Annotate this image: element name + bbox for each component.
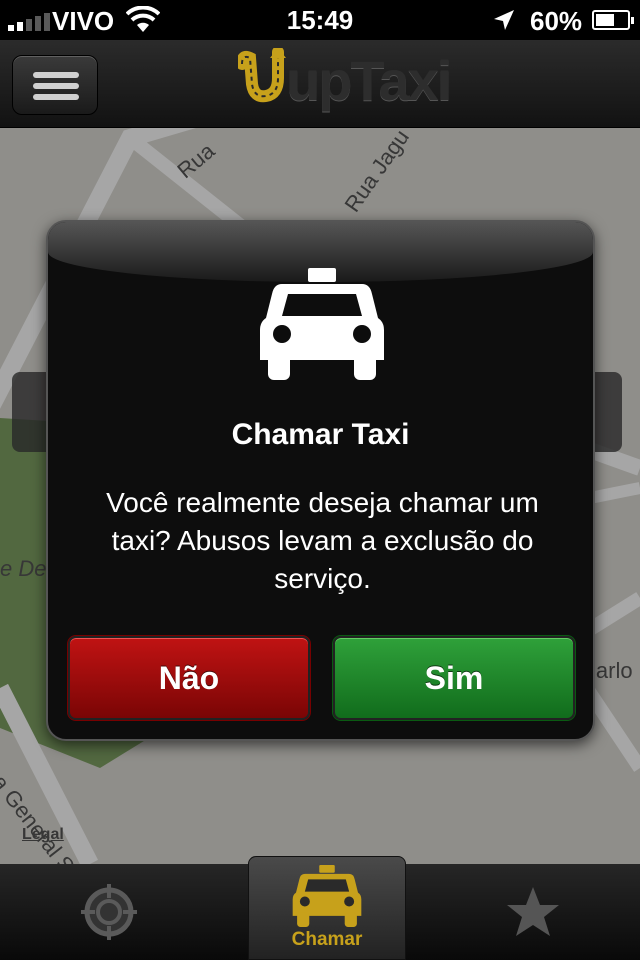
app-logo: upTaxi: [238, 48, 452, 120]
tab-bar: Chamar: [0, 856, 640, 960]
tab-location[interactable]: [56, 864, 162, 960]
status-bar: VIVO 15:49 60%: [0, 0, 640, 40]
battery-percent: 60%: [530, 6, 583, 36]
yes-button[interactable]: Sim: [333, 636, 575, 720]
nav-bar: upTaxi: [0, 40, 640, 128]
battery-icon: [592, 10, 634, 30]
target-icon: [81, 884, 137, 940]
no-button[interactable]: Não: [68, 636, 310, 720]
location-arrow-icon: [494, 10, 514, 30]
call-taxi-dialog: Chamar Taxi Você realmente deseja chamar…: [46, 220, 595, 741]
tab-call-label: Chamar: [291, 929, 363, 950]
taxi-icon: [260, 268, 384, 380]
tab-favorites[interactable]: [480, 864, 586, 960]
menu-button[interactable]: [12, 55, 98, 115]
logo-text: upTaxi: [286, 49, 452, 112]
tab-call[interactable]: Chamar: [248, 856, 406, 960]
dialog-message: Você realmente deseja chamar um taxi? Ab…: [106, 487, 539, 594]
star-icon: [507, 887, 559, 936]
dialog-title: Chamar Taxi: [231, 418, 410, 451]
taxi-icon: [292, 865, 362, 927]
